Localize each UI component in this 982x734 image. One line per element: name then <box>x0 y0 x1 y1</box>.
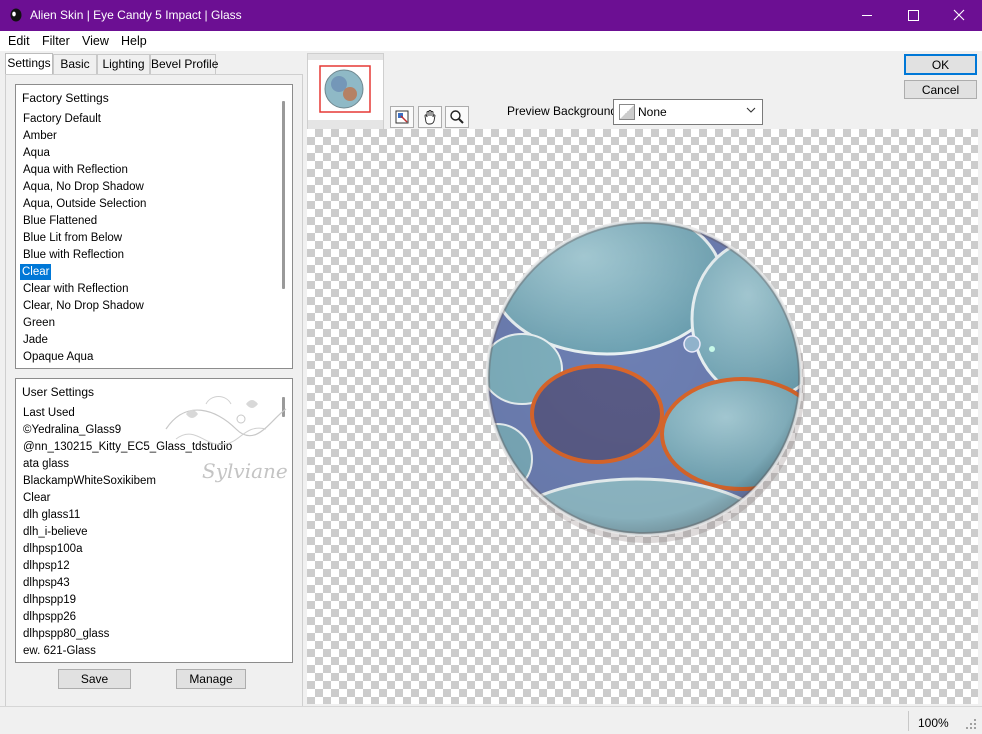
preview-canvas[interactable] <box>307 129 978 704</box>
list-item[interactable]: Jade <box>21 332 50 348</box>
list-item[interactable]: dlh glass11 <box>21 507 82 523</box>
tab-bevel-profile[interactable]: Bevel Profile <box>150 54 218 74</box>
menu-help[interactable]: Help <box>121 34 147 48</box>
list-item[interactable]: Clear, No Drop Shadow <box>21 298 146 314</box>
close-button[interactable] <box>936 0 982 31</box>
list-item[interactable]: ©Yedralina_Glass9 <box>21 422 123 438</box>
list-item[interactable]: Blue Flattened <box>21 213 99 229</box>
list-item[interactable]: dlhpsp12 <box>21 558 72 574</box>
resize-grip-icon[interactable] <box>964 717 978 731</box>
factory-list-scrollbar[interactable] <box>282 101 285 289</box>
list-item[interactable]: Clear with Reflection <box>21 281 130 297</box>
list-item[interactable]: Opaque Aqua <box>21 349 95 365</box>
list-item[interactable]: Aqua, No Drop Shadow <box>21 179 146 195</box>
cancel-button[interactable]: Cancel <box>904 80 977 99</box>
list-item[interactable]: Blue with Reflection <box>21 247 126 263</box>
title-bar: Alien Skin | Eye Candy 5 Impact | Glass <box>0 0 982 31</box>
list-item[interactable]: Aqua <box>21 145 52 161</box>
zoom-level: 100% <box>918 716 949 730</box>
hand-tool-button[interactable] <box>418 106 442 128</box>
preview-background-label: Preview Background: <box>507 104 621 118</box>
list-item[interactable]: Aqua with Reflection <box>21 162 130 178</box>
list-item[interactable]: dlhpspp26 <box>21 609 78 625</box>
maximize-button[interactable] <box>890 0 936 31</box>
list-item-selected[interactable]: Clear <box>20 264 52 280</box>
alien-skin-app-icon <box>10 8 22 22</box>
list-item[interactable]: Blue Lit from Below <box>21 230 124 246</box>
user-settings-list[interactable]: User Settings Last Used ©Yedralina_Glass… <box>15 378 293 663</box>
tab-lighting[interactable]: Lighting <box>97 54 150 74</box>
menu-bar: Edit Filter View Help <box>0 31 982 51</box>
list-item[interactable]: dlhpsp43 <box>21 575 72 591</box>
thumbnail-preview <box>308 54 383 129</box>
minimize-icon <box>862 15 872 16</box>
tab-settings[interactable]: Settings <box>5 53 53 75</box>
glass-effect-preview <box>485 219 805 543</box>
preview-background-select[interactable]: None <box>613 99 763 125</box>
user-settings-header: User Settings <box>22 385 95 399</box>
hand-icon <box>424 110 436 125</box>
chevron-down-icon <box>746 107 756 113</box>
list-item[interactable]: ew. 621-Glass <box>21 643 98 659</box>
list-item[interactable]: Clear <box>21 490 52 506</box>
list-item[interactable]: dlhpspp80_glass <box>21 626 111 642</box>
factory-settings-header: Factory Settings <box>22 91 109 105</box>
preview-background-value: None <box>638 105 667 119</box>
window-title: Alien Skin | Eye Candy 5 Impact | Glass <box>30 8 242 22</box>
status-divider <box>908 711 909 731</box>
maximize-icon <box>908 10 919 21</box>
list-item[interactable]: Green <box>21 315 57 331</box>
menu-view[interactable]: View <box>82 34 109 48</box>
background-swatch-icon <box>619 104 635 120</box>
navigator-thumbnail[interactable] <box>307 53 384 130</box>
zoom-tool-button[interactable] <box>445 106 469 128</box>
watermark-flourish-icon <box>165 396 287 446</box>
navigator-tool-button[interactable] <box>390 106 414 128</box>
factory-settings-list[interactable]: Factory Settings Factory Default Amber A… <box>15 84 293 369</box>
menu-filter[interactable]: Filter <box>42 34 70 48</box>
tab-basic[interactable]: Basic <box>53 54 97 74</box>
watermark-text: Sylviane <box>202 459 288 483</box>
list-item[interactable]: BlackampWhiteSoxikibem <box>21 473 158 489</box>
close-icon <box>953 9 965 21</box>
save-button[interactable]: Save <box>58 669 131 689</box>
list-item[interactable]: ata glass <box>21 456 71 472</box>
navigator-icon <box>395 110 409 124</box>
settings-panel: Factory Settings Factory Default Amber A… <box>5 74 303 708</box>
manage-button[interactable]: Manage <box>176 669 246 689</box>
menu-edit[interactable]: Edit <box>8 34 30 48</box>
minimize-button[interactable] <box>844 0 890 31</box>
list-item[interactable]: Aqua, Outside Selection <box>21 196 148 212</box>
status-bar: 100% <box>0 706 982 734</box>
list-item[interactable]: dlh_i-believe <box>21 524 90 540</box>
list-item[interactable]: Amber <box>21 128 59 144</box>
list-item[interactable]: dlhpsp100a <box>21 541 84 557</box>
ok-button[interactable]: OK <box>904 54 977 75</box>
zoom-icon <box>450 110 464 124</box>
list-item[interactable]: dlhpspp19 <box>21 592 78 608</box>
list-item[interactable]: Factory Default <box>21 111 103 127</box>
list-item[interactable]: Last Used <box>21 405 77 421</box>
